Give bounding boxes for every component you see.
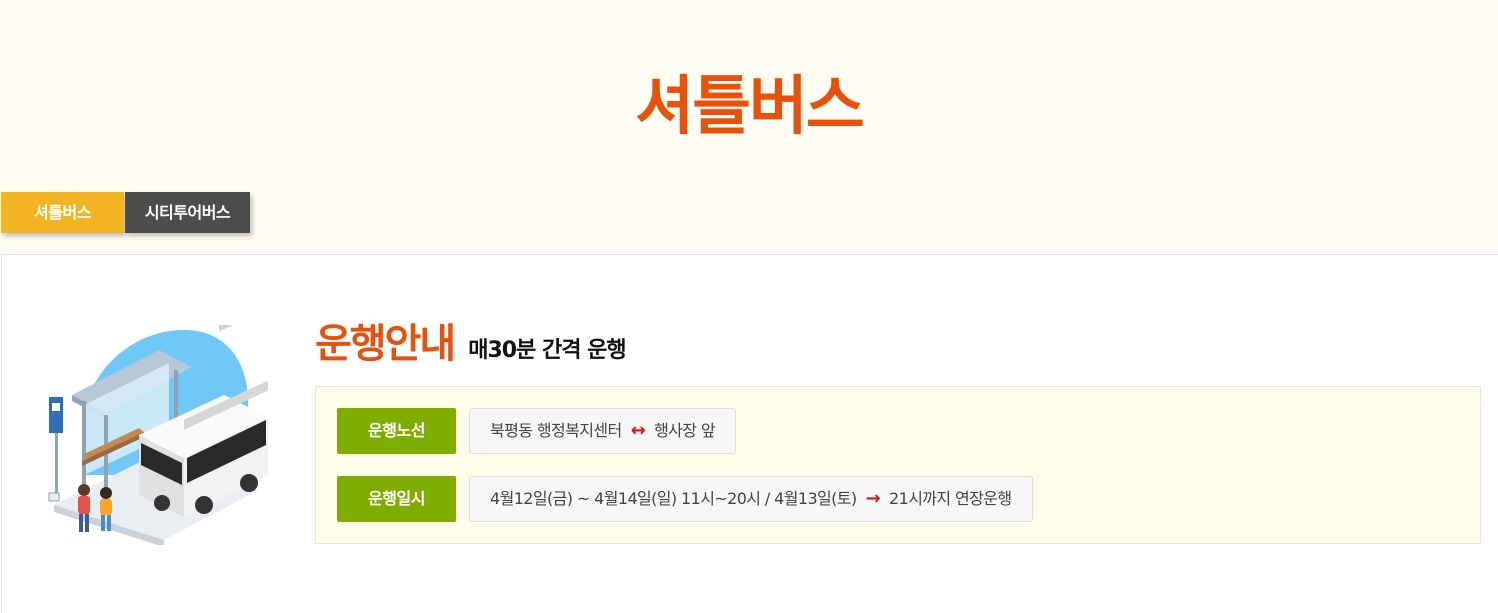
route-to: 행사장 앞 — [654, 421, 716, 440]
route-value: 북평동 행정복지센터 ↔ 행사장 앞 — [469, 408, 737, 454]
bidirectional-arrow-icon: ↔ — [630, 420, 646, 441]
route-row: 운행노선 북평동 행정복지센터 ↔ 행사장 앞 — [337, 408, 737, 454]
tab-shuttle-bus[interactable]: 셔틀버스 — [1, 192, 124, 233]
section-subtitle: 매30분 간격 운행 — [468, 338, 626, 363]
schedule-value: 4월12일(금) ~ 4월14일(일) 11시~20시 / 4월13일(토) →… — [469, 476, 1033, 522]
schedule-row: 운행일시 4월12일(금) ~ 4월14일(일) 11시~20시 / 4월13일… — [337, 476, 1033, 522]
info-box: 운행노선 북평동 행정복지센터 ↔ 행사장 앞 운행일시 4월12일(금) ~ … — [315, 386, 1481, 544]
right-arrow-icon: → — [865, 488, 881, 509]
content-panel: 운행안내 매30분 간격 운행 운행노선 북평동 행정복지센터 ↔ 행사장 앞 … — [1, 254, 1498, 613]
tab-bar: 셔틀버스 시티투어버스 — [1, 192, 250, 233]
tab-city-tour-bus[interactable]: 시티투어버스 — [125, 192, 250, 233]
route-label: 운행노선 — [337, 408, 456, 454]
page-title: 셔틀버스 — [635, 70, 865, 144]
schedule-extended: 21시까지 연장운행 — [889, 489, 1012, 508]
schedule-text: 4월12일(금) ~ 4월14일(일) 11시~20시 / 4월13일(토) — [490, 489, 857, 508]
bus-stop-illustration — [44, 315, 274, 549]
schedule-label: 운행일시 — [337, 476, 456, 522]
route-from: 북평동 행정복지센터 — [490, 421, 622, 440]
section-title: 운행안내 — [315, 321, 456, 367]
section-heading: 운행안내 매30분 간격 운행 — [315, 311, 627, 369]
